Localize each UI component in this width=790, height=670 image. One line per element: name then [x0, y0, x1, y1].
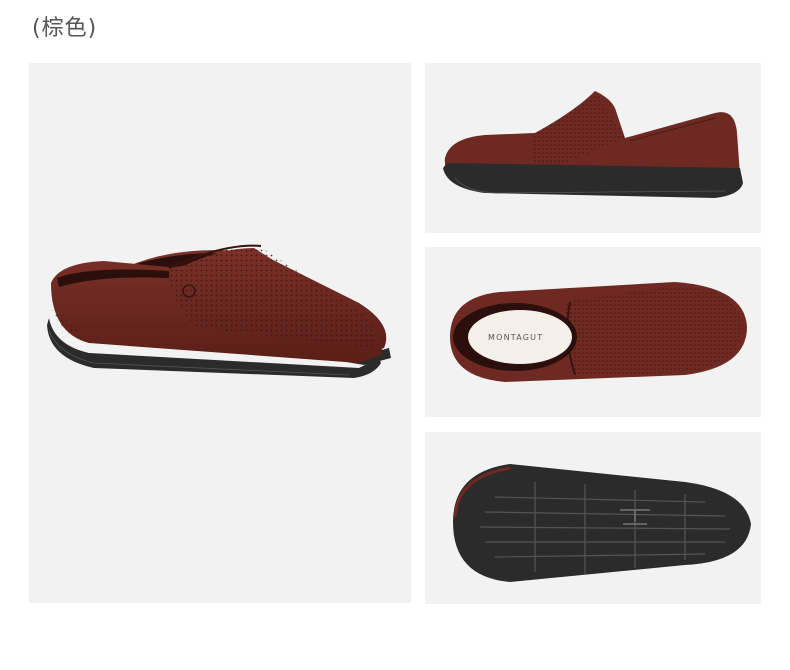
insole-brand-text: MONTAGUT	[488, 333, 543, 342]
color-label: (棕色)	[32, 16, 98, 41]
loafer-side-illustration	[443, 91, 743, 198]
front-shoe	[47, 244, 383, 378]
main-product-image	[29, 63, 411, 603]
loafer-pair-illustration	[47, 244, 391, 378]
side-view-image	[425, 63, 761, 233]
loafer-sole-illustration	[453, 464, 751, 582]
loafer-top-illustration: MONTAGUT	[450, 282, 747, 382]
sole-view-image	[425, 432, 761, 604]
top-view-image: MONTAGUT	[425, 247, 761, 417]
